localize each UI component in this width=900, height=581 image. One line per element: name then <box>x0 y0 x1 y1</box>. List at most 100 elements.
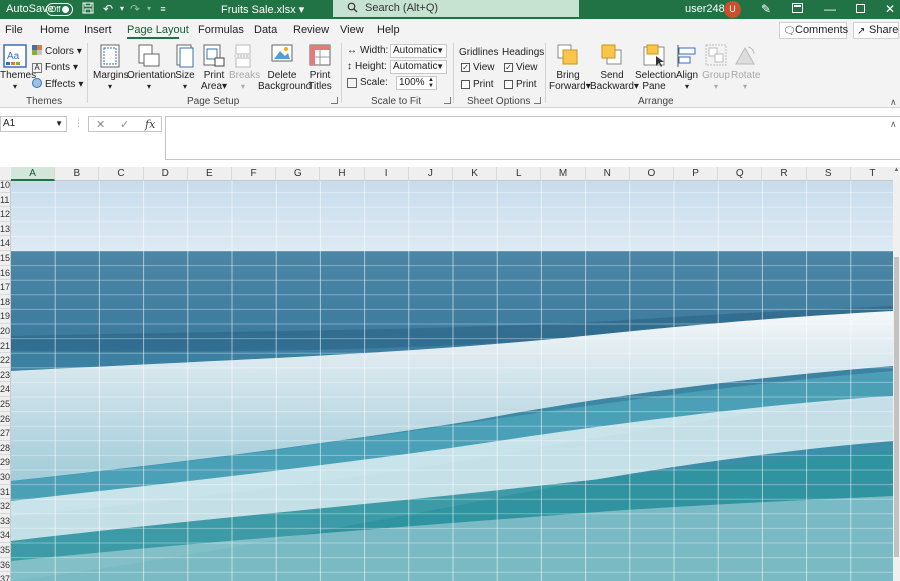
share-button[interactable]: ↗ Share <box>853 22 899 39</box>
row-header-18[interactable]: 18 <box>0 295 10 310</box>
row-header-21[interactable]: 21 <box>0 339 10 354</box>
comments-button[interactable]: 🗨 Comments <box>779 22 848 39</box>
column-header-s[interactable]: S <box>807 167 851 181</box>
row-header-15[interactable]: 15 <box>0 251 10 266</box>
formula-input[interactable] <box>165 116 900 160</box>
tab-data[interactable]: Data <box>254 24 277 36</box>
tab-help[interactable]: Help <box>377 24 400 36</box>
margins-button[interactable]: Margins ▾ <box>93 44 129 92</box>
column-header-j[interactable]: J <box>409 167 453 181</box>
row-header-33[interactable]: 33 <box>0 514 10 529</box>
column-header-g[interactable]: G <box>276 167 321 181</box>
headings-view-checkbox[interactable]: ✓ View <box>504 62 538 73</box>
width-dropdown[interactable]: Automatic ▼ <box>390 44 447 58</box>
tab-home[interactable]: Home <box>40 24 69 36</box>
enter-icon[interactable]: ✓ <box>120 118 129 131</box>
column-header-r[interactable]: R <box>762 167 807 181</box>
tab-file[interactable]: File <box>5 24 23 36</box>
row-header-30[interactable]: 30 <box>0 470 10 485</box>
rotate-button[interactable]: Rotate ▾ <box>731 44 760 92</box>
customize-qat-icon[interactable]: ≡ <box>156 2 170 16</box>
row-header-36[interactable]: 36 <box>0 558 10 573</box>
scale-to-fit-launcher[interactable] <box>444 97 451 104</box>
row-header-12[interactable]: 12 <box>0 207 10 222</box>
column-header-a[interactable]: A <box>11 167 56 181</box>
tab-view[interactable]: View <box>340 24 364 36</box>
close-icon[interactable]: ✕ <box>883 2 897 16</box>
row-header-11[interactable]: 11 <box>0 193 10 208</box>
column-header-q[interactable]: Q <box>718 167 763 181</box>
tab-page-layout[interactable]: Page Layout <box>127 24 189 36</box>
headings-print-checkbox[interactable]: Print <box>504 79 537 90</box>
column-header-d[interactable]: D <box>144 167 188 181</box>
column-header-e[interactable]: E <box>188 167 232 181</box>
scrollbar-thumb[interactable] <box>894 257 899 557</box>
collapse-ribbon-icon[interactable]: ∧ <box>890 97 897 108</box>
column-header-p[interactable]: P <box>674 167 719 181</box>
gridlines-print-checkbox[interactable]: Print <box>461 79 494 90</box>
breaks-button[interactable]: Breaks ▾ <box>229 44 260 92</box>
column-header-l[interactable]: L <box>497 167 542 181</box>
row-header-13[interactable]: 13 <box>0 222 10 237</box>
send-backward-button[interactable]: Send Backward▾ <box>590 44 639 92</box>
name-box[interactable]: A1 ▼ <box>0 116 67 132</box>
undo-dropdown-icon[interactable]: ▾ <box>115 2 129 16</box>
column-header-k[interactable]: K <box>453 167 498 181</box>
column-header-o[interactable]: O <box>630 167 674 181</box>
row-header-27[interactable]: 27 <box>0 426 10 441</box>
avatar[interactable]: U <box>724 1 741 18</box>
page-setup-launcher[interactable] <box>331 97 338 104</box>
cancel-icon[interactable]: ✕ <box>96 118 105 131</box>
effects-button[interactable]: Effects ▾ <box>32 78 83 91</box>
row-header-34[interactable]: 34 <box>0 528 10 543</box>
ribbon-display-icon[interactable] <box>790 2 804 16</box>
row-header-32[interactable]: 32 <box>0 499 10 514</box>
column-header-i[interactable]: I <box>365 167 409 181</box>
colors-button[interactable]: Colors ▾ <box>32 45 82 58</box>
expand-formula-bar-icon[interactable]: ∧ <box>890 119 897 130</box>
delete-background-button[interactable]: Delete Background <box>258 44 311 92</box>
scroll-up-icon[interactable]: ▲ <box>893 167 900 177</box>
row-header-10[interactable]: 10 <box>0 181 10 193</box>
tab-insert[interactable]: Insert <box>84 24 112 36</box>
row-header-37[interactable]: 37 <box>0 572 10 581</box>
gridlines-view-checkbox[interactable]: ✓ View <box>461 62 495 73</box>
undo-icon[interactable]: ↶ <box>101 2 115 16</box>
maximize-icon[interactable] <box>853 2 867 16</box>
tab-formulas[interactable]: Formulas <box>198 24 244 36</box>
insert-function-icon[interactable]: fx <box>145 118 155 131</box>
row-header-17[interactable]: 17 <box>0 280 10 295</box>
column-header-c[interactable]: C <box>99 167 144 181</box>
vertical-scrollbar[interactable]: ▲ <box>893 167 900 581</box>
row-header-24[interactable]: 24 <box>0 382 10 397</box>
pen-icon[interactable]: ✎ <box>759 2 773 16</box>
row-header-31[interactable]: 31 <box>0 485 10 500</box>
row-header-25[interactable]: 25 <box>0 397 10 412</box>
tab-review[interactable]: Review <box>293 24 329 36</box>
spinner-arrows-icon[interactable]: ▲ ▼ <box>428 77 434 89</box>
row-header-16[interactable]: 16 <box>0 266 10 281</box>
fonts-button[interactable]: A Fonts ▾ <box>32 62 78 73</box>
scale-spinner[interactable]: 100% ▲ ▼ <box>396 76 437 90</box>
row-header-28[interactable]: 28 <box>0 441 10 456</box>
group-button[interactable]: Group ▾ <box>702 44 730 92</box>
redo-icon[interactable]: ↷ <box>128 2 142 16</box>
sheet-area[interactable] <box>11 181 893 581</box>
column-header-m[interactable]: M <box>541 167 586 181</box>
height-dropdown[interactable]: Automatic ▼ <box>390 60 447 74</box>
file-name[interactable]: Fruits Sale.xlsx ▾ <box>221 3 304 16</box>
search-box[interactable]: Search (Alt+Q) <box>333 0 579 17</box>
themes-button[interactable]: Aa Themes ▾ <box>0 44 36 92</box>
row-header-26[interactable]: 26 <box>0 412 10 427</box>
align-button[interactable]: Align ▾ <box>675 44 699 92</box>
column-header-f[interactable]: F <box>232 167 277 181</box>
row-header-29[interactable]: 29 <box>0 455 10 470</box>
column-header-t[interactable]: T <box>851 167 895 181</box>
minimize-icon[interactable]: — <box>823 2 837 16</box>
row-header-20[interactable]: 20 <box>0 324 10 339</box>
print-titles-button[interactable]: Print Titles <box>306 44 334 92</box>
redo-dropdown-icon[interactable]: ▾ <box>142 2 156 16</box>
row-header-19[interactable]: 19 <box>0 309 10 324</box>
row-header-14[interactable]: 14 <box>0 236 10 251</box>
column-header-b[interactable]: B <box>55 167 100 181</box>
